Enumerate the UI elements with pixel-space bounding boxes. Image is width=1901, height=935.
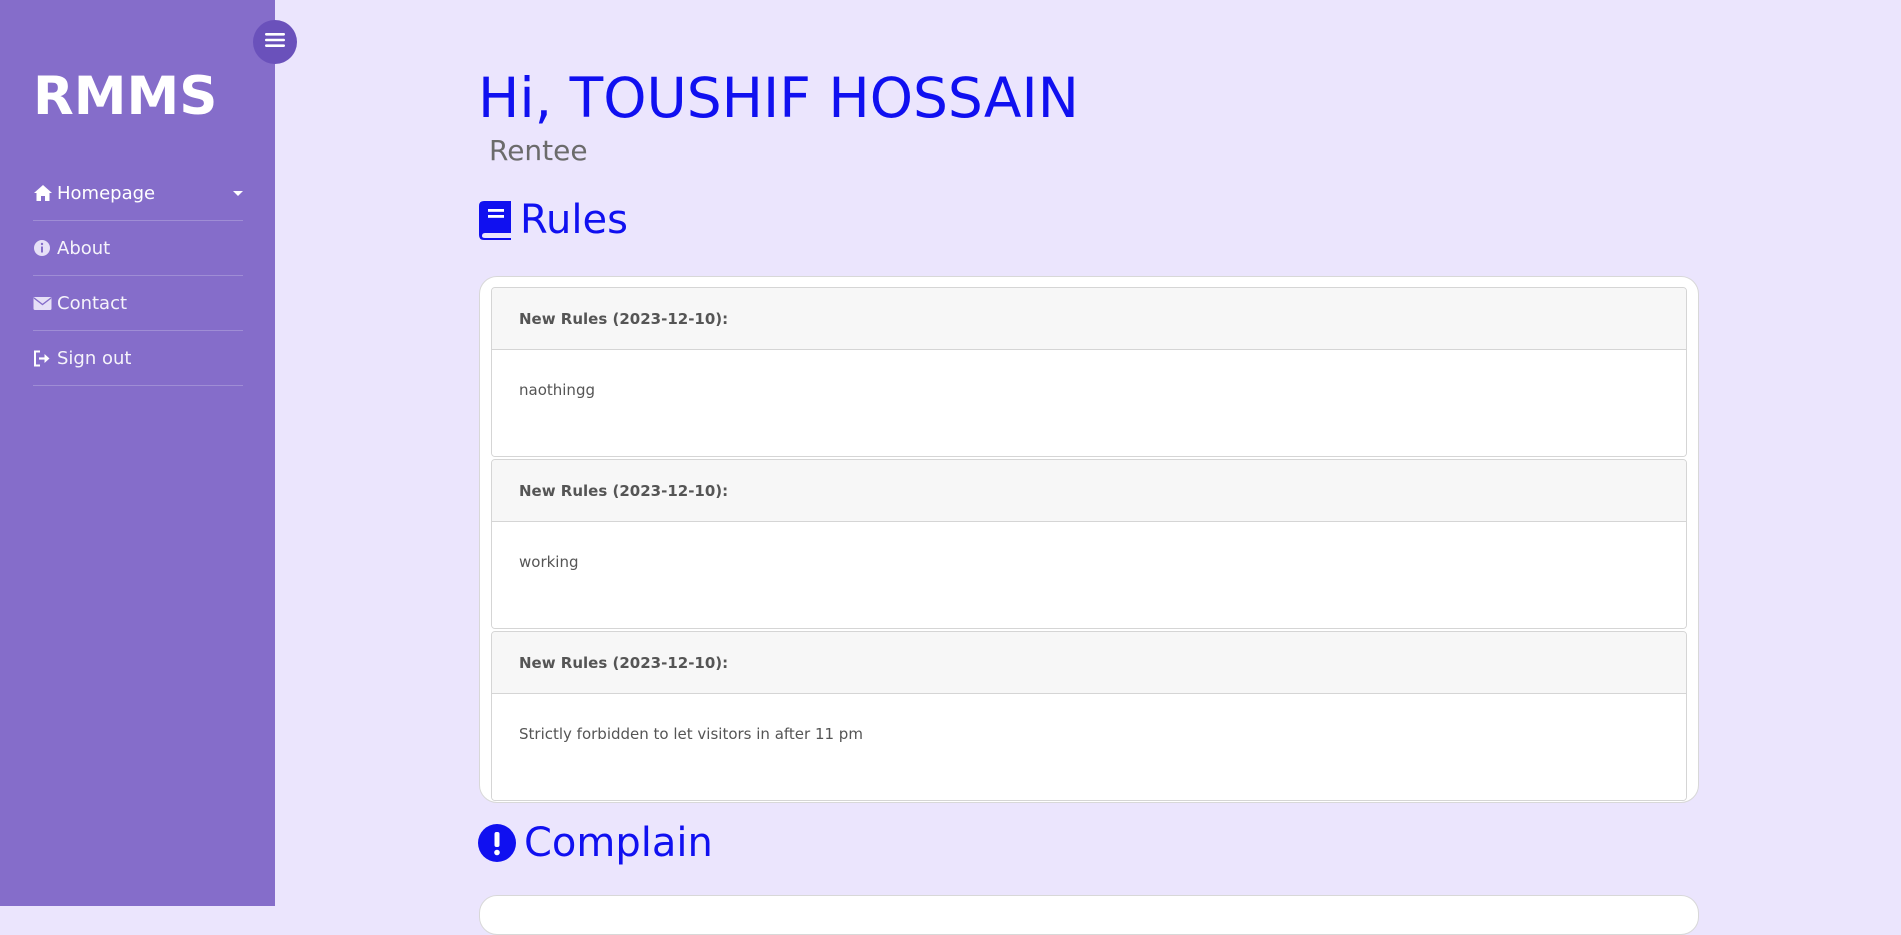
complain-card (479, 895, 1699, 935)
sidebar: RMMS Homepage About Contact Sign out (0, 0, 275, 906)
complain-heading: Complain (478, 820, 713, 866)
rules-heading: Rules (478, 197, 628, 243)
main-content: Hi, TOUSHIF HOSSAIN Rentee Rules New Rul… (275, 0, 1901, 935)
sign-out-icon (33, 348, 54, 368)
caret-down-icon[interactable] (233, 190, 243, 196)
sidebar-nav: Homepage About Contact Sign out (33, 166, 243, 386)
complain-title: Complain (524, 820, 713, 866)
info-icon (33, 238, 54, 258)
rules-card: New Rules (2023-12-10): naothingg New Ru… (479, 276, 1699, 803)
rule-body: naothingg (492, 350, 1686, 456)
rule-body: working (492, 522, 1686, 628)
sidebar-toggle-button[interactable] (253, 20, 297, 64)
rule-item: New Rules (2023-12-10): naothingg (491, 287, 1687, 457)
rule-body: Strictly forbidden to let visitors in af… (492, 694, 1686, 800)
sidebar-item-about[interactable]: About (33, 221, 243, 276)
exclamation-circle-icon (478, 824, 516, 862)
menu-icon (265, 32, 285, 52)
rule-header: New Rules (2023-12-10): (492, 288, 1686, 350)
sidebar-item-label: Homepage (57, 182, 156, 204)
rule-item: New Rules (2023-12-10): Strictly forbidd… (491, 631, 1687, 801)
user-role: Rentee (489, 134, 588, 167)
sidebar-item-label: Contact (57, 292, 128, 314)
rule-item: New Rules (2023-12-10): working (491, 459, 1687, 629)
book-icon (478, 200, 512, 240)
greeting-heading: Hi, TOUSHIF HOSSAIN (478, 66, 1079, 130)
envelope-icon (33, 293, 54, 313)
sidebar-item-homepage[interactable]: Homepage (33, 166, 243, 221)
home-icon (33, 183, 54, 203)
brand-logo[interactable]: RMMS (33, 70, 217, 123)
rule-header: New Rules (2023-12-10): (492, 632, 1686, 694)
sidebar-item-contact[interactable]: Contact (33, 276, 243, 331)
sidebar-item-label: About (57, 237, 111, 259)
rules-title: Rules (520, 197, 628, 243)
sidebar-item-sign-out[interactable]: Sign out (33, 331, 243, 386)
rule-header: New Rules (2023-12-10): (492, 460, 1686, 522)
sidebar-item-label: Sign out (57, 347, 132, 369)
